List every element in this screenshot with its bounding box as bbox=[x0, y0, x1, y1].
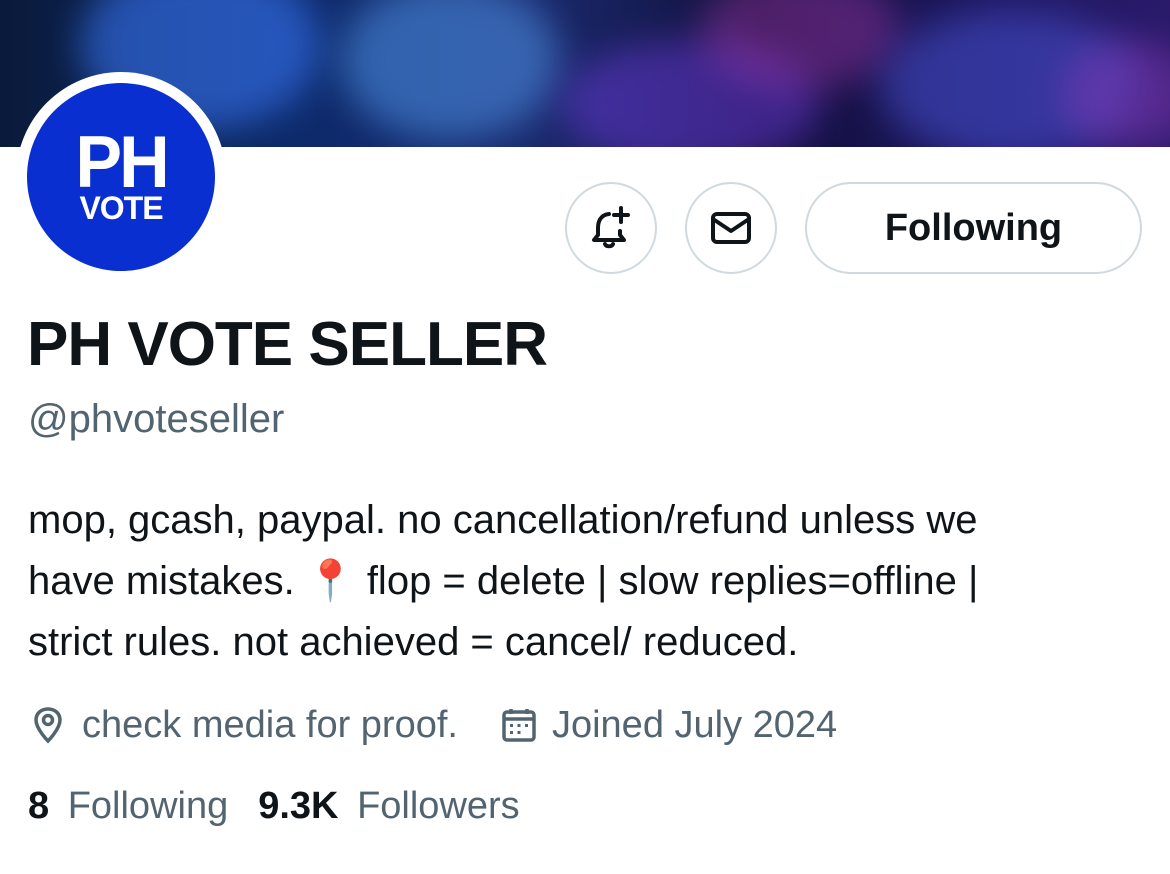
following-label: Following bbox=[67, 785, 229, 827]
following-stat[interactable]: 8 Following bbox=[28, 785, 228, 828]
profile-meta: check media for proof. Joined July 2024 bbox=[28, 698, 837, 752]
bio-line-1: mop, gcash, paypal. no cancellation/refu… bbox=[28, 498, 978, 542]
bio-line-2: have mistakes. 📍 flop = delete | slow re… bbox=[28, 559, 979, 603]
avatar[interactable]: PH VOTE bbox=[27, 83, 215, 271]
calendar-icon bbox=[502, 709, 536, 742]
bell-plus-icon bbox=[592, 206, 630, 249]
display-name: PH VOTE SELLER bbox=[27, 310, 548, 379]
followers-stat[interactable]: 9.3K Followers bbox=[258, 785, 519, 828]
avatar-text-ph: PH bbox=[75, 121, 169, 203]
following-button[interactable]: Following bbox=[805, 182, 1142, 274]
handle: @phvoteseller bbox=[28, 397, 285, 441]
profile-stats: 8 Following 9.3K Followers bbox=[28, 785, 520, 828]
envelope-icon bbox=[711, 212, 751, 244]
notify-button[interactable] bbox=[565, 182, 657, 274]
bio-line-3: strict rules. not achieved = cancel/ red… bbox=[28, 620, 799, 664]
location-pin-icon bbox=[34, 707, 62, 744]
location: check media for proof. bbox=[28, 704, 458, 747]
followers-label: Followers bbox=[357, 785, 520, 827]
following-count: 8 bbox=[28, 785, 50, 827]
pin-emoji: 📍 bbox=[305, 559, 356, 603]
join-date: Joined July 2024 bbox=[500, 704, 837, 747]
bio: mop, gcash, paypal. no cancellation/refu… bbox=[28, 490, 1138, 673]
followers-count: 9.3K bbox=[258, 785, 339, 827]
message-button[interactable] bbox=[685, 182, 777, 274]
